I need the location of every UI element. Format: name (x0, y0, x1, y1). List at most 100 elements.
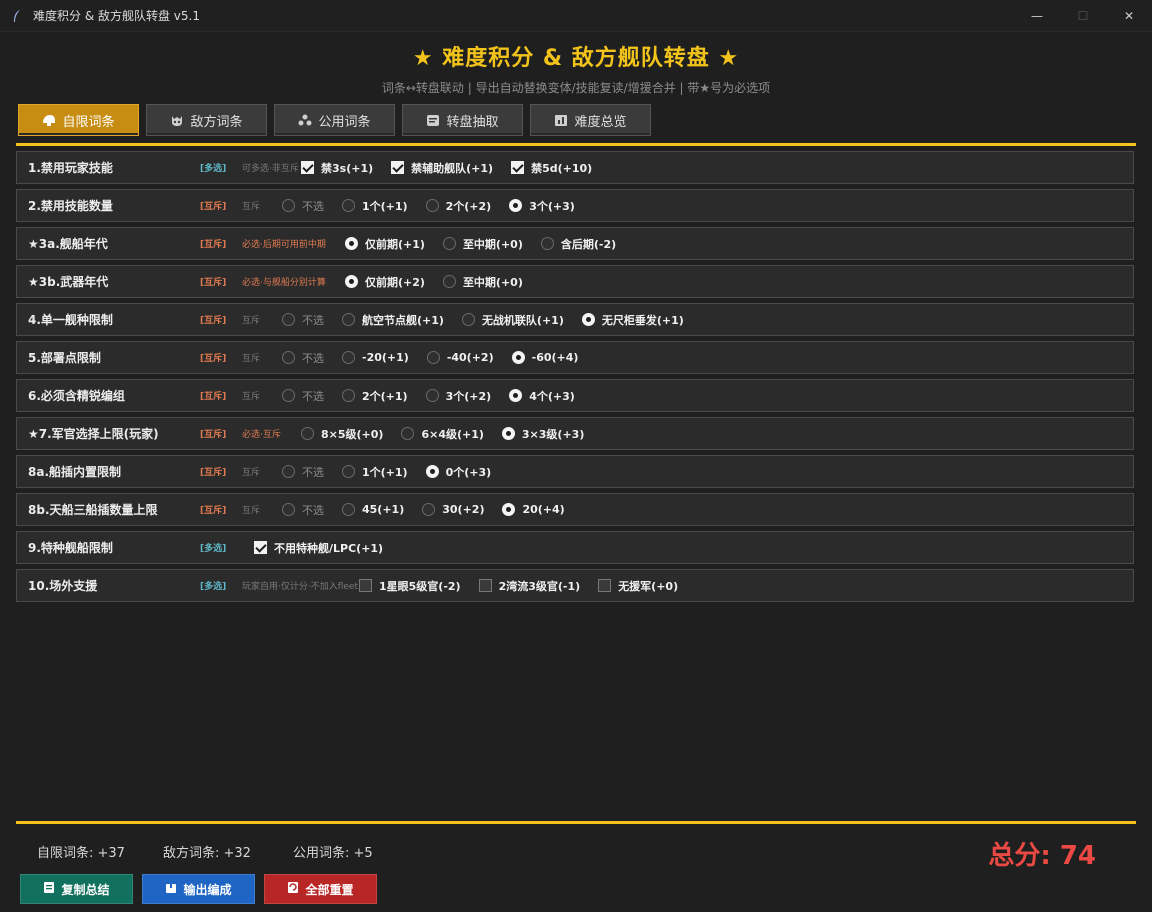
checkbox-option[interactable]: 1星眼5级官(-2) (359, 578, 461, 594)
radio-button[interactable] (426, 351, 440, 364)
radio-option[interactable]: 至中期(+0) (442, 236, 523, 252)
checkbox[interactable] (478, 579, 492, 592)
checkbox-option[interactable]: 2湾流3级官(-1) (478, 578, 580, 594)
radio-option[interactable]: 8×5级(+0) (301, 426, 383, 442)
radio-option[interactable]: -40(+2) (426, 351, 494, 364)
radio-option[interactable]: 至中期(+0) (442, 274, 523, 290)
radio-button[interactable] (345, 237, 358, 250)
radio-button[interactable] (511, 351, 525, 364)
checkbox-option[interactable]: 无援军(+0) (598, 578, 678, 594)
row-label: 2.禁用技能数量 (28, 199, 113, 213)
radio-button[interactable] (581, 313, 595, 326)
row-label: ★3b.武器年代 (28, 275, 109, 289)
radio-option[interactable]: 无尺柜垂发(+1) (581, 312, 684, 328)
radio-button[interactable] (282, 199, 295, 212)
checkbox[interactable] (511, 161, 525, 174)
window-title: 难度积分 & 敌方舰队转盘 v5.1 (33, 9, 200, 23)
minimize-button[interactable]: — (1014, 0, 1060, 31)
tab-common[interactable]: 公用词条 (274, 104, 395, 136)
radio-option[interactable]: 仅前期(+1) (345, 236, 425, 252)
reset-all-button[interactable]: 全部重置 (264, 874, 377, 904)
checkbox[interactable] (391, 161, 405, 174)
radio-button[interactable] (282, 389, 295, 402)
checkbox-option[interactable]: 禁5d(+10) (511, 160, 592, 176)
radio-button[interactable] (509, 199, 523, 212)
close-button[interactable]: ✕ (1106, 0, 1152, 31)
radio-button[interactable] (342, 389, 355, 402)
checkbox-option[interactable]: 禁3s(+1) (301, 160, 373, 176)
radio-option[interactable]: 航空节点舰(+1) (342, 312, 444, 328)
radio-button[interactable] (342, 313, 355, 326)
tab-label: 敌方词条 (190, 114, 243, 130)
tab-self-limits[interactable]: 自限词条 (18, 104, 139, 136)
radio-button[interactable] (502, 503, 516, 516)
checkbox[interactable] (359, 579, 372, 592)
radio-option[interactable]: 30(+2) (422, 503, 484, 516)
radio-option[interactable]: 0个(+3) (425, 464, 491, 480)
radio-button[interactable] (342, 351, 355, 364)
radio-button[interactable] (282, 313, 295, 326)
radio-option[interactable]: 6×4级(+1) (401, 426, 484, 442)
maximize-button[interactable]: ☐ (1060, 0, 1106, 31)
radio-option[interactable]: 无战机联队(+1) (461, 312, 564, 328)
radio-button[interactable] (342, 465, 355, 478)
radio-button[interactable] (425, 199, 439, 212)
tab-overview[interactable]: 难度总览 (530, 104, 651, 136)
radio-button[interactable] (282, 503, 295, 516)
checkbox[interactable] (598, 579, 612, 592)
row-tag: [互斥] (200, 240, 227, 250)
radio-option[interactable]: -20(+1) (342, 351, 409, 364)
radio-option[interactable]: 1个(+1) (342, 198, 408, 214)
checkbox-option[interactable]: 不用特种舰/LPC(+1) (254, 540, 383, 556)
radio-button[interactable] (425, 389, 439, 402)
radio-button[interactable] (442, 275, 456, 288)
tab-wheel[interactable]: 转盘抽取 (402, 104, 523, 136)
radio-button[interactable] (342, 199, 355, 212)
radio-button[interactable] (501, 427, 515, 440)
radio-option[interactable]: -60(+4) (511, 351, 578, 364)
option-label: 2个(+2) (445, 199, 492, 213)
radio-option[interactable]: 不选 (282, 198, 324, 214)
option-row: 4.单一舰种限制 [互斥] 互斥 不选 航空节点舰(+1) 无战机联队(+1) 无尺柜垂发(… (16, 303, 1134, 336)
checkbox[interactable] (254, 541, 267, 554)
radio-button[interactable] (301, 427, 314, 440)
row-note: 必选·与舰船分别计算 (242, 278, 326, 288)
radio-option[interactable]: 含后期(-2) (540, 236, 616, 252)
radio-option[interactable]: 3个(+2) (425, 388, 491, 404)
option-group: 不选 1个(+1) 0个(+3) (282, 456, 509, 487)
copy-summary-button[interactable]: 复制总结 (20, 874, 133, 904)
radio-option[interactable]: 不选 (282, 388, 324, 404)
radio-option[interactable]: 2个(+2) (425, 198, 492, 214)
checkbox-option[interactable]: 禁辅助舰队(+1) (391, 160, 493, 176)
radio-button[interactable] (345, 275, 358, 288)
radio-button[interactable] (425, 465, 439, 478)
radio-button[interactable] (422, 503, 436, 516)
radio-option[interactable]: 不选 (282, 502, 324, 518)
radio-option[interactable]: 不选 (282, 312, 324, 328)
radio-option[interactable]: 3个(+3) (509, 198, 575, 214)
checkbox[interactable] (301, 161, 314, 174)
radio-option[interactable]: 20(+4) (502, 503, 565, 516)
radio-button[interactable] (461, 313, 475, 326)
radio-button[interactable] (282, 351, 295, 364)
option-label: 至中期(+0) (462, 275, 523, 289)
radio-option[interactable]: 2个(+1) (342, 388, 408, 404)
radio-option[interactable]: 不选 (282, 350, 324, 366)
tab-enemy[interactable]: 敌方词条 (146, 104, 267, 136)
radio-button[interactable] (540, 237, 554, 250)
radio-button[interactable] (401, 427, 415, 440)
radio-button[interactable] (342, 503, 355, 516)
radio-option[interactable]: 不选 (282, 464, 324, 480)
radio-option[interactable]: 3×3级(+3) (501, 426, 584, 442)
option-label: 不选 (302, 313, 324, 327)
radio-button[interactable] (282, 465, 295, 478)
option-group: 8×5级(+0) 6×4级(+1) 3×3级(+3) (301, 418, 602, 449)
export-fleet-button[interactable]: 输出编成 (142, 874, 255, 904)
radio-option[interactable]: 4个(+3) (509, 388, 575, 404)
radio-button[interactable] (509, 389, 523, 402)
radio-option[interactable]: 1个(+1) (342, 464, 408, 480)
radio-option[interactable]: 45(+1) (342, 503, 404, 516)
radio-button[interactable] (442, 237, 456, 250)
radio-option[interactable]: 仅前期(+2) (345, 274, 425, 290)
row-note: 互斥 (242, 202, 261, 212)
